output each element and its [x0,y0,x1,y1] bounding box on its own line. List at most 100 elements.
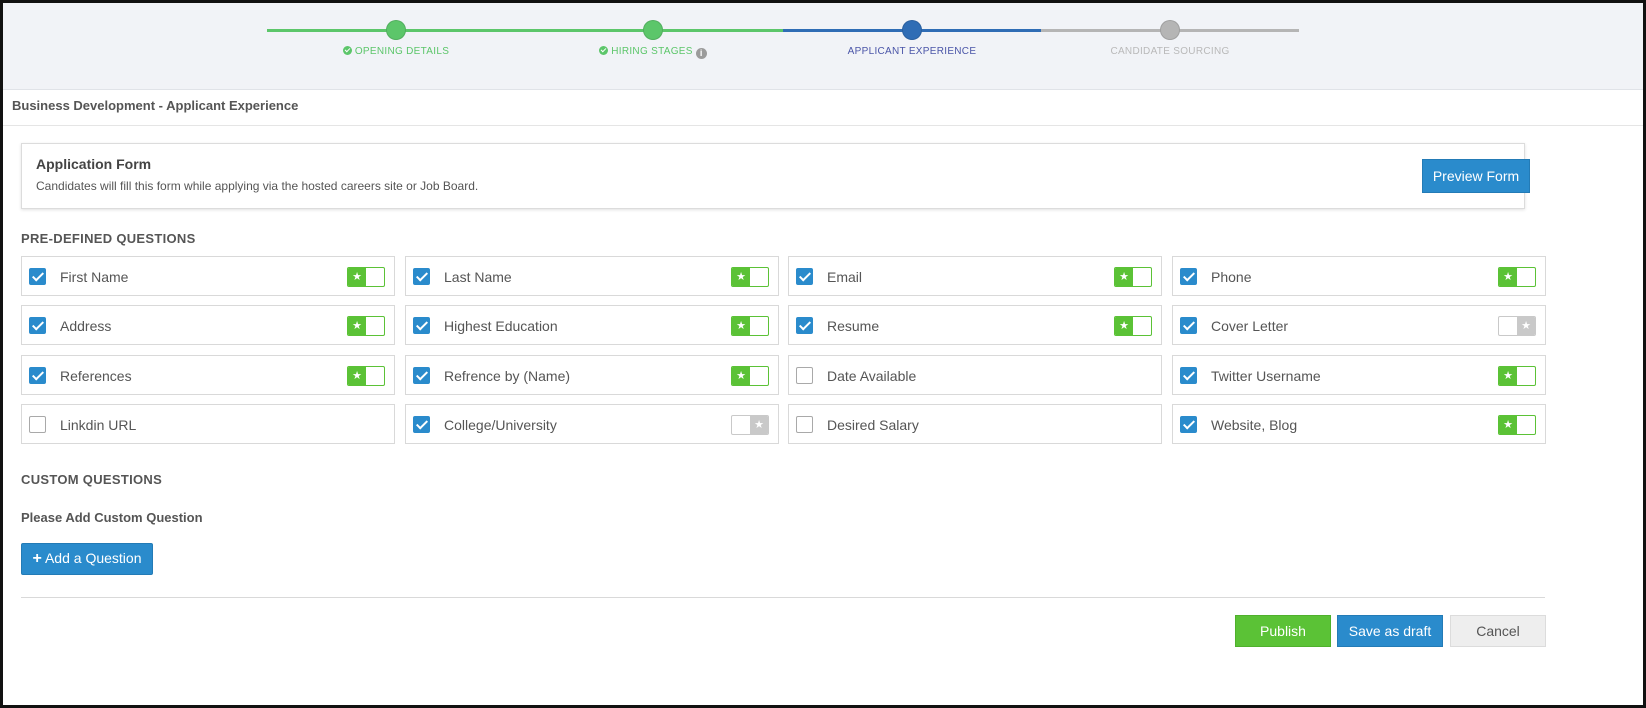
step-label: OPENING DETAILS [354,46,450,57]
star-icon: ★ [348,317,366,335]
question-checkbox[interactable] [29,416,46,433]
predefined-questions-heading: PRE-DEFINED QUESTIONS [21,231,196,246]
star-icon: ★ [1115,317,1133,335]
question-label: Linkdin URL [60,417,137,433]
question-checkbox[interactable] [796,416,813,433]
question-label: First Name [60,269,129,285]
question-checkbox[interactable] [1180,367,1197,384]
step-label: CANDIDATE SOURCING [1110,46,1230,57]
info-icon[interactable]: i [695,48,707,59]
required-toggle[interactable]: ★ [347,267,385,287]
star-icon: ★ [732,367,750,385]
question-checkbox[interactable] [413,367,430,384]
star-icon: ★ [732,268,750,286]
question-label: Highest Education [444,318,558,334]
question-item: College/University ★ [405,404,779,444]
step-label: HIRING STAGES [611,46,693,57]
divider [21,597,1545,598]
step-applicant-experience[interactable]: APPLICANT EXPERIENCE [782,46,1042,57]
step-label: APPLICANT EXPERIENCE [847,46,977,57]
star-icon: ★ [1115,268,1133,286]
question-checkbox[interactable] [29,367,46,384]
required-toggle[interactable]: ★ [731,366,769,386]
question-item: Resume ★ [788,305,1162,345]
question-item: Website, Blog ★ [1172,404,1546,444]
question-label: Phone [1211,269,1252,285]
question-label: Date Available [827,368,917,384]
question-checkbox[interactable] [29,317,46,334]
question-label: Twitter Username [1211,368,1321,384]
question-checkbox[interactable] [796,367,813,384]
question-item: Twitter Username ★ [1172,355,1546,395]
plus-icon: + [32,550,42,567]
question-checkbox[interactable] [796,268,813,285]
required-toggle[interactable]: ★ [1498,267,1536,287]
question-checkbox[interactable] [413,416,430,433]
application-form-card: Application Form Candidates will fill th… [21,143,1530,209]
question-label: Address [60,318,112,334]
page-frame: OPENING DETAILS HIRING STAGES i APPLICANT… [0,0,1646,708]
question-label: Cover Letter [1211,318,1289,334]
required-toggle[interactable]: ★ [731,415,769,435]
star-icon: ★ [1499,416,1517,434]
custom-questions-heading: CUSTOM QUESTIONS [21,472,163,487]
question-item: References ★ [21,355,395,395]
required-toggle[interactable]: ★ [731,316,769,336]
step-hiring-stages[interactable]: HIRING STAGES i [523,46,783,59]
star-icon: ★ [1499,367,1517,385]
star-icon: ★ [1517,317,1535,335]
question-item: Email ★ [788,256,1162,296]
required-toggle[interactable]: ★ [347,366,385,386]
stepper-line-done [267,29,783,32]
question-label: Website, Blog [1211,417,1298,433]
question-item: Address ★ [21,305,395,345]
question-label: Resume [827,318,880,334]
required-toggle[interactable]: ★ [1114,316,1152,336]
progress-stepper: OPENING DETAILS HIRING STAGES i APPLICANT… [3,3,1643,90]
question-item: Linkdin URL [21,404,395,444]
check-circle-icon [599,46,609,55]
preview-form-button[interactable]: Preview Form [1422,159,1530,193]
check-circle-icon [342,46,352,55]
required-toggle[interactable]: ★ [347,316,385,336]
star-icon: ★ [348,367,366,385]
step-candidate-sourcing[interactable]: CANDIDATE SOURCING [1040,46,1300,57]
step-dot-applicant-experience[interactable] [902,20,922,40]
cancel-button[interactable]: Cancel [1450,615,1546,647]
step-opening-details[interactable]: OPENING DETAILS [266,46,526,57]
add-question-button[interactable]: + Add a Question [21,543,153,575]
question-checkbox[interactable] [413,268,430,285]
question-checkbox[interactable] [796,317,813,334]
application-form-description: Candidates will fill this form while app… [36,179,479,193]
required-toggle[interactable]: ★ [1498,316,1536,336]
question-checkbox[interactable] [1180,416,1197,433]
question-item: Highest Education ★ [405,305,779,345]
publish-button[interactable]: Publish [1235,615,1331,647]
star-icon: ★ [348,268,366,286]
question-item: First Name ★ [21,256,395,296]
divider [3,125,1643,126]
question-item: Date Available [788,355,1162,395]
required-toggle[interactable]: ★ [731,267,769,287]
question-checkbox[interactable] [1180,317,1197,334]
question-label: Desired Salary [827,417,919,433]
required-toggle[interactable]: ★ [1498,415,1536,435]
question-label: Refrence by (Name) [444,368,571,384]
question-label: Email [827,269,863,285]
step-dot-opening-details[interactable] [386,20,406,40]
question-label: College/University [444,417,557,433]
question-checkbox[interactable] [413,317,430,334]
star-icon: ★ [750,416,768,434]
step-dot-candidate-sourcing[interactable] [1160,20,1180,40]
page-title: Business Development - Applicant Experie… [12,98,299,113]
required-toggle[interactable]: ★ [1498,366,1536,386]
required-toggle[interactable]: ★ [1114,267,1152,287]
question-label: References [60,368,132,384]
step-dot-hiring-stages[interactable] [643,20,663,40]
question-checkbox[interactable] [29,268,46,285]
question-checkbox[interactable] [1180,268,1197,285]
star-icon: ★ [1499,268,1517,286]
custom-question-note: Please Add Custom Question [21,510,203,525]
question-item: Desired Salary [788,404,1162,444]
save-draft-button[interactable]: Save as draft [1337,615,1443,647]
